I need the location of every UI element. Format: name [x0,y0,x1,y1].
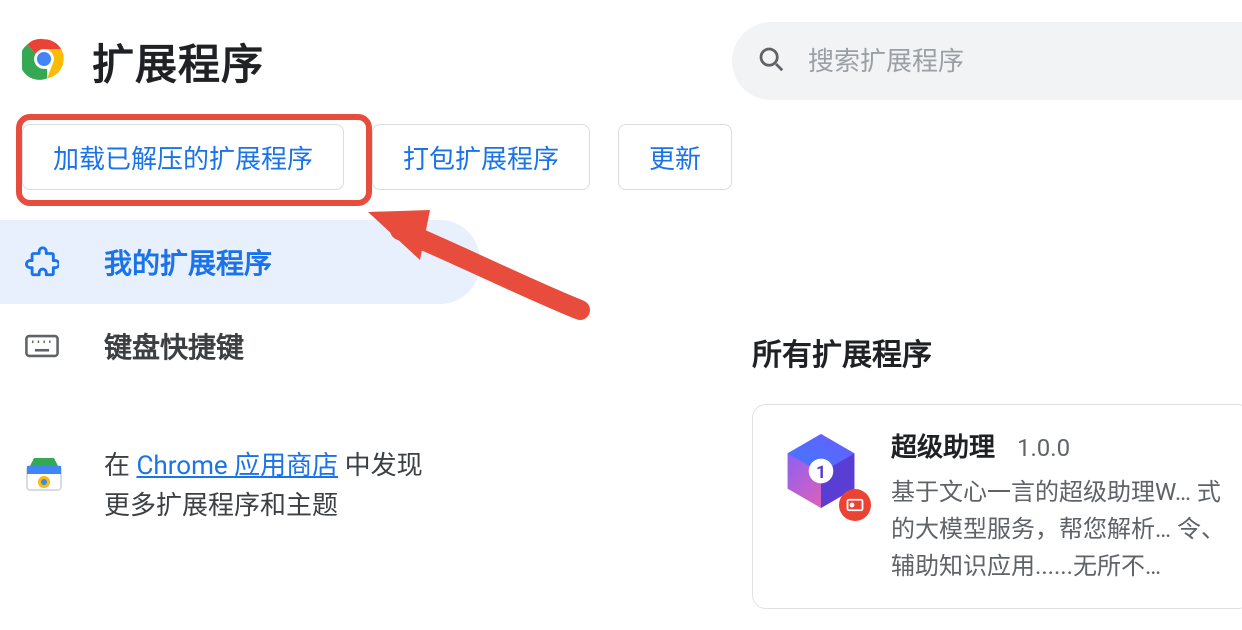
page-title: 扩展程序 [92,31,264,92]
search-icon [756,44,786,78]
extension-app-icon: 1 [777,427,865,515]
sidebar-item-label: 键盘快捷键 [104,326,244,366]
search-box[interactable] [732,22,1242,100]
extension-icon [24,244,60,280]
button-label: 打包扩展程序 [403,139,559,176]
section-title: 所有扩展程序 [752,330,1242,404]
keyboard-icon [24,328,60,364]
chrome-logo-icon [22,37,66,85]
extension-card[interactable]: 1 超级助理 1.0.0 基于文心一言的超级助理W… 式的大模型服务，帮您解析…… [752,404,1242,609]
header: 扩展程序 [0,0,1242,100]
extension-version: 1.0.0 [1017,434,1070,462]
extension-name: 超级助理 [891,433,995,463]
webstore-text-prefix: 在 [104,451,136,481]
load-unpacked-button[interactable]: 加载已解压的扩展程序 [22,124,344,190]
button-label: 更新 [649,139,701,176]
webstore-icon [24,452,60,488]
sidebar-item-label: 我的扩展程序 [104,242,272,282]
svg-text:1: 1 [816,463,826,483]
extension-description: 基于文心一言的超级助理W… 式的大模型服务，帮您解析… 令、辅助知识应用....… [891,474,1227,586]
pack-extension-button[interactable]: 打包扩展程序 [372,124,590,190]
button-label: 加载已解压的扩展程序 [53,139,313,176]
webstore-promo: 在 Chrome 应用商店 中发现 更多扩展程序和主题 [0,436,480,527]
sidebar: 我的扩展程序 键盘快捷键 在 Chrome 应用商店 中发现 [0,220,480,527]
webstore-text-line2: 更多扩展程序和主题 [104,491,338,521]
main-content: 所有扩展程序 1 [752,330,1242,609]
search-input[interactable] [808,22,1218,100]
webstore-text-suffix: 中发现 [338,451,422,481]
unpacked-badge-icon [839,489,871,521]
chrome-webstore-link[interactable]: Chrome 应用商店 [136,451,338,481]
sidebar-item-my-extensions[interactable]: 我的扩展程序 [0,220,480,304]
update-button[interactable]: 更新 [618,124,732,190]
sidebar-item-keyboard-shortcuts[interactable]: 键盘快捷键 [0,304,480,388]
toolbar: 加载已解压的扩展程序 打包扩展程序 更新 [0,100,1242,220]
